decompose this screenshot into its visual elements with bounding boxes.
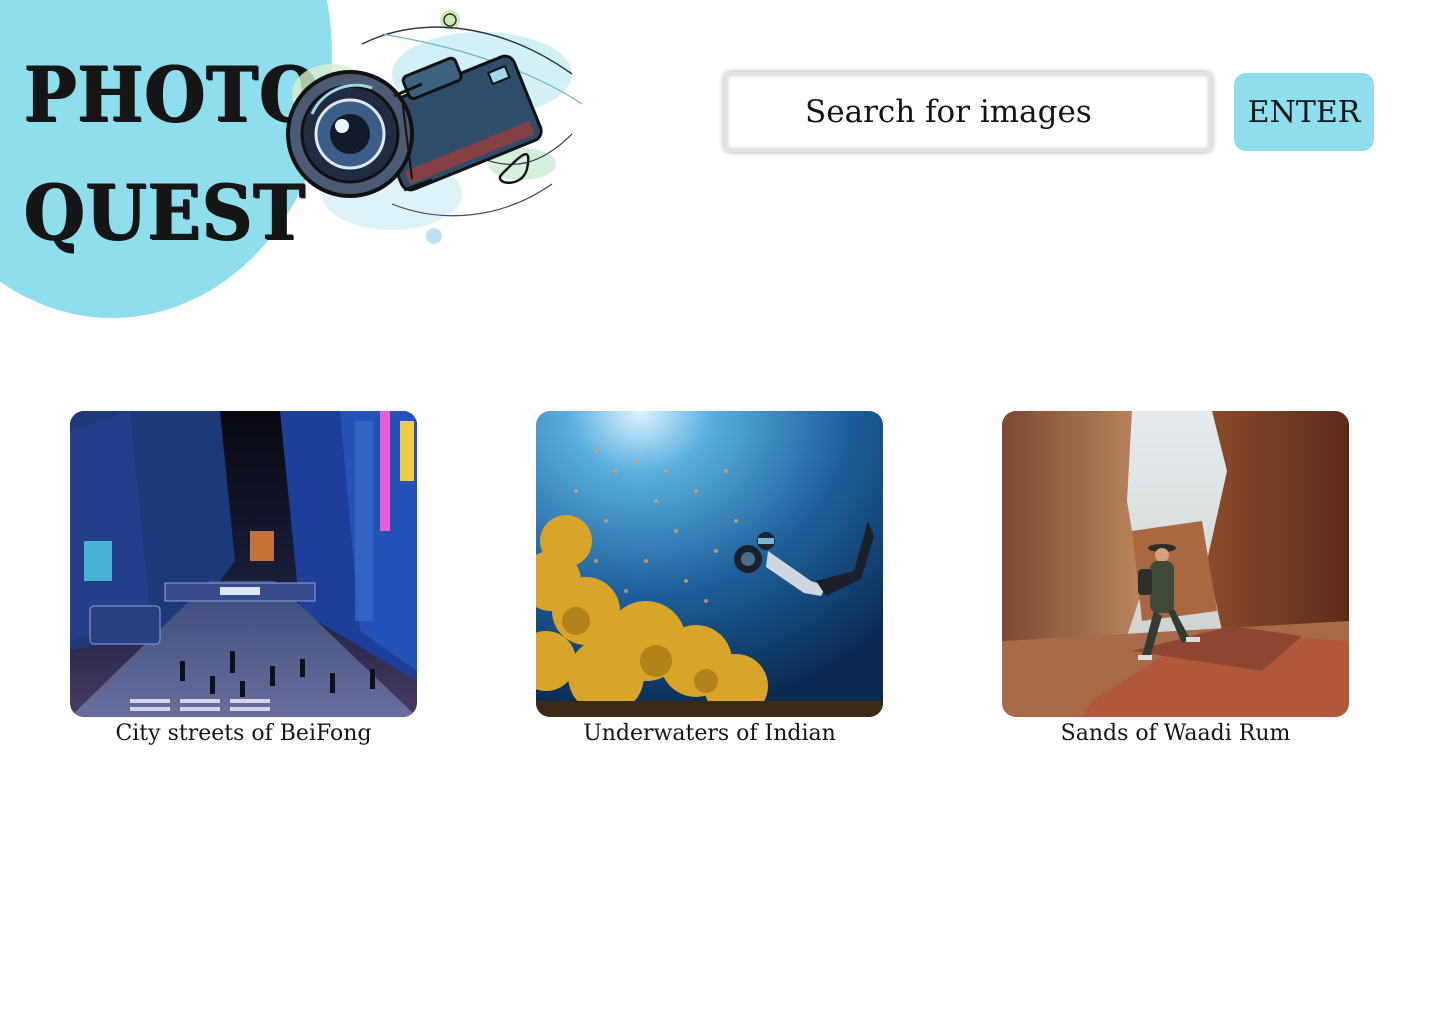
underwater-diver-photo[interactable] bbox=[536, 411, 883, 717]
enter-button[interactable]: ENTER bbox=[1234, 73, 1374, 151]
camera-icon bbox=[286, 10, 583, 244]
card-caption: Underwaters of Indian bbox=[583, 721, 836, 746]
gallery-card[interactable]: City streets of BeiFong bbox=[70, 411, 417, 746]
gallery-card[interactable]: Sands of Waadi Rum bbox=[1002, 411, 1349, 746]
search-box bbox=[724, 72, 1212, 152]
search-input[interactable] bbox=[727, 75, 1209, 149]
card-caption: City streets of BeiFong bbox=[115, 721, 372, 746]
gallery-card[interactable]: Underwaters of Indian bbox=[536, 411, 883, 746]
card-caption: Sands of Waadi Rum bbox=[1060, 721, 1291, 746]
page: PHOTO QUEST Search for images ENTER City… bbox=[0, 0, 1440, 1024]
city-street-photo[interactable] bbox=[70, 411, 417, 717]
desert-canyon-photo[interactable] bbox=[1002, 411, 1349, 717]
